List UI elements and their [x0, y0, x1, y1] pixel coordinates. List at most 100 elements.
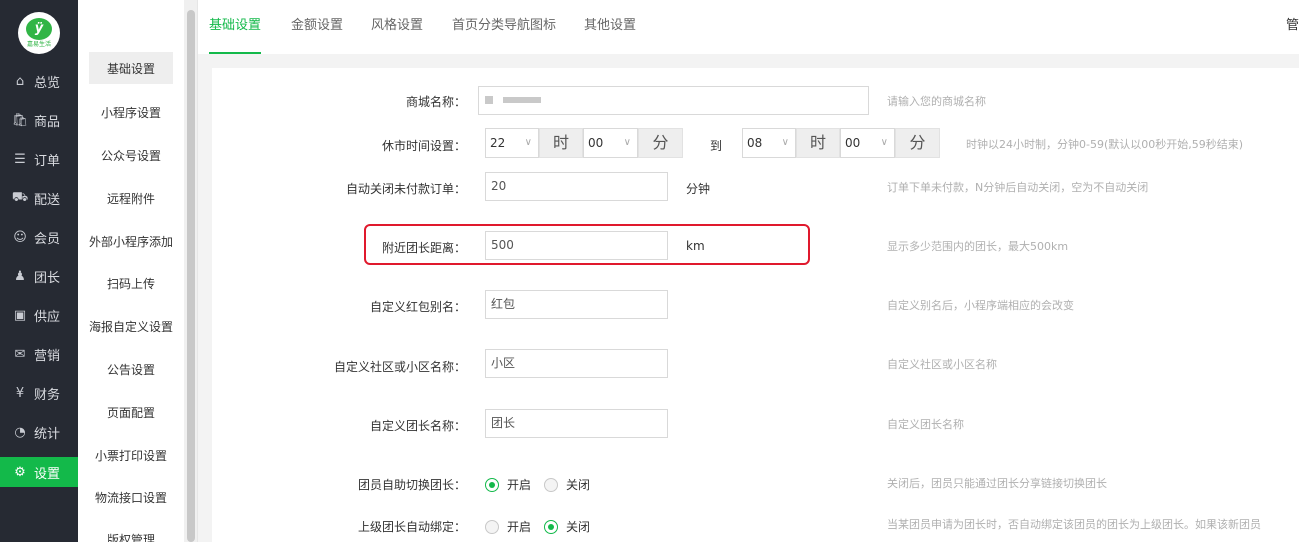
- self-switch-off-label[interactable]: 关闭: [566, 476, 590, 493]
- subnav-scan-upload[interactable]: 扫码上传: [78, 267, 184, 299]
- nav-item-goods[interactable]: 🛍 商品: [0, 105, 78, 135]
- auto-bind-help: 当某团员申请为团长时，否自动绑定该团员的团长为上级团长。如果该新团员: [887, 518, 1261, 531]
- end-hour-select[interactable]: 08 ∨: [742, 128, 796, 158]
- auto-close-input[interactable]: 20: [485, 172, 668, 201]
- subnav-remote-attachment[interactable]: 远程附件: [78, 182, 184, 214]
- chevron-down-icon: ∨: [524, 137, 532, 148]
- auto-close-help: 订单下单未付款，N分钟后自动关闭，空为不自动关闭: [887, 181, 1149, 194]
- bag-icon: 🛍: [11, 112, 29, 128]
- nav-item-finance[interactable]: ¥ 财务: [0, 378, 78, 408]
- auto-bind-off-label[interactable]: 关闭: [566, 518, 590, 535]
- red-packet-alias-input[interactable]: 红包: [485, 290, 668, 319]
- hour-addon: 时: [796, 128, 840, 158]
- subnav-miniapp[interactable]: 小程序设置: [78, 96, 184, 128]
- leader-icon: ♟: [14, 268, 26, 284]
- gear-icon: ⚙: [14, 464, 26, 480]
- main-nav: ÿ 嘉易生活 ⌂ 总览 🛍 商品 ☰ 订单 ⛟ 配送 ☺ 会员 ♟ 团长 ▣ 供应 ✉ 营销 ¥…: [0, 0, 78, 542]
- home-icon: ⌂: [15, 73, 25, 89]
- end-min-select[interactable]: 00 ∨: [840, 128, 895, 158]
- start-min-select[interactable]: 00 ∨: [583, 128, 638, 158]
- subnav-copyright[interactable]: 版权管理: [78, 523, 184, 542]
- nav-item-supply[interactable]: ▣ 供应: [0, 300, 78, 330]
- community-name-help: 自定义社区或小区名称: [887, 358, 997, 371]
- nav-item-members[interactable]: ☺ 会员: [0, 222, 78, 252]
- nav-item-delivery[interactable]: ⛟ 配送: [0, 183, 78, 213]
- hour-addon: 时: [539, 128, 583, 158]
- end-min-value: 00: [845, 136, 861, 150]
- settings-subnav: 基础设置 小程序设置 公众号设置 远程附件 外部小程序添加 扫码上传 海报自定义…: [78, 0, 184, 542]
- start-hour-select[interactable]: 22 ∨: [485, 128, 539, 158]
- nav-item-orders[interactable]: ☰ 订单: [0, 144, 78, 174]
- gift-icon: ✉: [14, 346, 26, 362]
- self-switch-off-radio[interactable]: [544, 478, 558, 492]
- to-label: 到: [710, 139, 723, 153]
- tab-basic[interactable]: 基础设置: [209, 0, 262, 54]
- leader-name-help: 自定义团长名称: [887, 418, 964, 431]
- nav-label: 设置: [34, 466, 61, 482]
- nav-item-overview[interactable]: ⌂ 总览: [0, 66, 78, 96]
- scrollbar-thumb[interactable]: [187, 10, 195, 542]
- self-switch-label: 团员自助切换团长：: [357, 478, 466, 492]
- truck-icon: ⛟: [11, 189, 29, 205]
- start-min-value: 00: [588, 136, 604, 150]
- tab-other[interactable]: 其他设置: [584, 0, 636, 54]
- auto-bind-on-label[interactable]: 开启: [507, 518, 531, 535]
- subnav-receipt-print[interactable]: 小票打印设置: [78, 439, 184, 471]
- tab-home-icons[interactable]: 首页分类导航图标: [452, 0, 556, 54]
- auto-bind-on-radio[interactable]: [485, 520, 499, 534]
- subnav-page-config[interactable]: 页面配置: [78, 396, 184, 428]
- subnav-external-miniapp[interactable]: 外部小程序添加: [78, 225, 184, 257]
- nav-item-marketing[interactable]: ✉ 营销: [0, 339, 78, 369]
- closing-time-label: 休市时间设置：: [381, 139, 466, 153]
- subnav-official-account[interactable]: 公众号设置: [78, 139, 184, 171]
- tab-amount[interactable]: 金额设置: [291, 0, 343, 54]
- redacted-text: [531, 97, 541, 103]
- redacted-text: [503, 97, 531, 103]
- admin-menu[interactable]: 管: [1286, 0, 1299, 52]
- nav-label: 统计: [34, 426, 61, 442]
- nav-label: 营销: [34, 348, 61, 364]
- nav-label: 配送: [34, 192, 61, 208]
- subnav-logistics[interactable]: 物流接口设置: [78, 481, 184, 513]
- self-switch-on-radio[interactable]: [485, 478, 499, 492]
- leader-name-label: 自定义团长名称：: [369, 419, 466, 433]
- nearby-distance-label: 附近团长距离：: [381, 241, 466, 255]
- auto-close-label: 自动关闭未付款订单：: [345, 182, 466, 196]
- chevron-down-icon: ∨: [623, 137, 631, 148]
- brand-logo[interactable]: ÿ 嘉易生活: [18, 12, 60, 54]
- subnav-basic[interactable]: 基础设置: [89, 52, 173, 84]
- nav-label: 会员: [34, 231, 61, 247]
- leader-name-input[interactable]: 团长: [485, 409, 668, 438]
- nav-item-leaders[interactable]: ♟ 团长: [0, 261, 78, 291]
- auto-bind-off-radio[interactable]: [544, 520, 558, 534]
- finance-icon: ¥: [15, 385, 25, 401]
- community-name-input[interactable]: 小区: [485, 349, 668, 378]
- end-hour-value: 08: [747, 136, 763, 150]
- start-hour-value: 22: [490, 136, 506, 150]
- self-switch-on-label[interactable]: 开启: [507, 476, 531, 493]
- pie-chart-icon: ◔: [14, 424, 26, 440]
- self-switch-help: 关闭后，团员只能通过团长分享链接切换团长: [887, 477, 1107, 490]
- user-icon: ☺: [13, 229, 27, 245]
- tab-style[interactable]: 风格设置: [371, 0, 423, 54]
- nearby-distance-unit: km: [686, 239, 705, 253]
- redacted-text: [485, 96, 493, 104]
- nav-label: 总览: [34, 75, 61, 91]
- subnav-poster[interactable]: 海报自定义设置: [78, 310, 184, 342]
- shop-name-help: 请输入您的商城名称: [887, 95, 986, 108]
- red-packet-alias-label: 自定义红包别名：: [369, 300, 466, 314]
- settings-tabs: 基础设置 金额设置 风格设置 首页分类导航图标 其他设置 管: [198, 0, 1299, 54]
- min-addon: 分: [895, 128, 940, 158]
- community-name-label: 自定义社区或小区名称：: [333, 360, 466, 374]
- nav-item-stats[interactable]: ◔ 统计: [0, 417, 78, 447]
- nearby-distance-input[interactable]: 500: [485, 231, 668, 260]
- nav-label: 团长: [34, 270, 61, 286]
- auto-close-unit: 分钟: [686, 182, 711, 196]
- nav-item-settings[interactable]: ⚙ 设置: [0, 457, 78, 487]
- subnav-notice[interactable]: 公告设置: [78, 353, 184, 385]
- chevron-down-icon: ∨: [781, 137, 789, 148]
- red-packet-alias-help: 自定义别名后，小程序端相应的会改变: [887, 299, 1074, 312]
- shop-name-input[interactable]: [478, 86, 869, 115]
- list-icon: ☰: [14, 151, 26, 167]
- chevron-down-icon: ∨: [880, 137, 888, 148]
